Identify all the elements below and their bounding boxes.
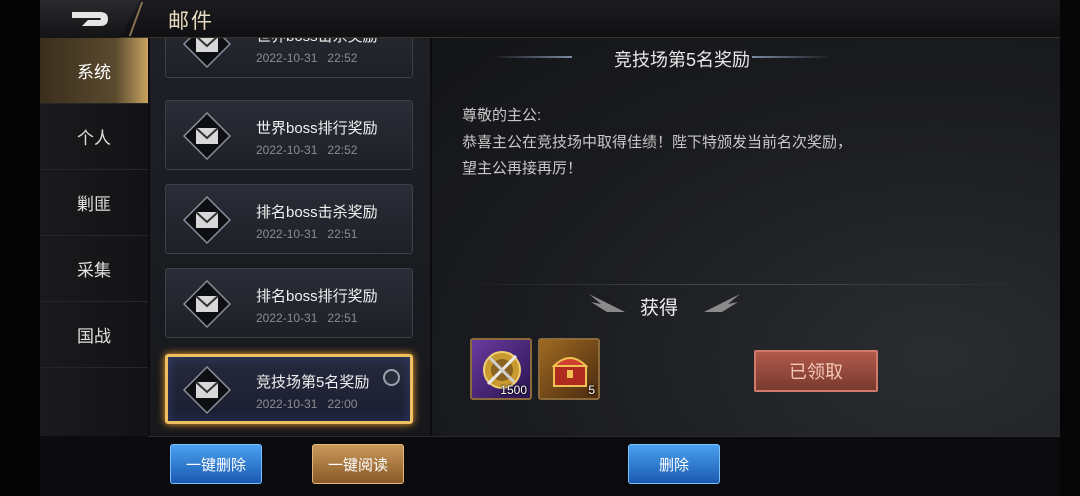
mail-date: 2022-10-31 22:00 — [256, 397, 358, 411]
mail-body-line: 恭喜主公在竞技场中取得佳绩！陛下特颁发当前名次奖励， — [462, 134, 853, 151]
sidebar-item-label: 个人 — [77, 129, 111, 148]
envelope-icon — [182, 111, 232, 161]
category-sidebar: 系统 个人 剿匪 采集 国战 — [40, 38, 148, 436]
reward-divider — [447, 284, 1047, 285]
sidebar-item-war[interactable]: 国战 — [40, 302, 148, 368]
wing-right-icon — [704, 294, 740, 312]
reward-item[interactable]: 1500 — [470, 338, 532, 400]
sidebar-item-label: 剿匪 — [77, 195, 111, 214]
screen-edge-right — [1060, 0, 1080, 496]
detail-title: 竞技场第5名奖励 — [613, 50, 750, 70]
mail-item[interactable]: 世界boss排行奖励 2022-10-31 22:52 — [165, 100, 413, 170]
mail-item[interactable]: 排名boss排行奖励 2022-10-31 22:51 — [165, 268, 413, 338]
mail-date: 2022-10-31 22:51 — [256, 227, 358, 241]
envelope-icon — [182, 279, 232, 329]
delete-button[interactable]: 删除 — [628, 444, 720, 484]
page-title: 邮件 — [168, 10, 214, 33]
mail-title: 世界boss击杀奖励 — [256, 38, 378, 46]
mail-greeting: 尊敬的主公: — [462, 107, 542, 124]
treasure-chest-icon — [551, 357, 589, 387]
mail-item[interactable]: 排名boss击杀奖励 2022-10-31 22:51 — [165, 184, 413, 254]
delete-all-button[interactable]: 一键删除 — [170, 444, 262, 484]
mail-title: 排名boss排行奖励 — [256, 288, 378, 305]
mail-body-line: 望主公再接再厉！ — [462, 160, 583, 177]
envelope-icon — [182, 38, 232, 69]
select-radio[interactable] — [383, 369, 400, 386]
sidebar-item-label: 系统 — [77, 63, 111, 82]
sidebar-item-label: 国战 — [77, 327, 111, 346]
claimed-button[interactable]: 已领取 — [754, 350, 878, 392]
mail-list[interactable]: 世界boss击杀奖励 2022-10-31 22:52 世界boss排行奖励 2… — [150, 38, 430, 436]
reward-label: 获得 — [640, 298, 679, 319]
sidebar-item-gather[interactable]: 采集 — [40, 236, 148, 302]
sidebar-item-bandit[interactable]: 剿匪 — [40, 170, 148, 236]
sidebar-item-label: 采集 — [77, 261, 111, 280]
mail-title: 竞技场第5名奖励 — [256, 374, 370, 391]
sidebar-item-system[interactable]: 系统 — [40, 38, 148, 104]
mail-detail-panel: 竞技场第5名奖励 尊敬的主公: 恭喜主公在竞技场中取得佳绩！陛下特颁发当前名次奖… — [432, 38, 1060, 436]
item-count: 1500 — [500, 383, 527, 397]
detail-title-wrap: 竞技场第5名奖励 — [492, 44, 872, 74]
mail-date: 2022-10-31 22:52 — [256, 51, 358, 65]
sidebar-item-personal[interactable]: 个人 — [40, 104, 148, 170]
envelope-icon — [182, 365, 232, 415]
wing-left-icon — [589, 294, 625, 312]
mail-date: 2022-10-31 22:52 — [256, 143, 358, 157]
mail-title: 排名boss击杀奖励 — [256, 204, 378, 221]
mail-title: 世界boss排行奖励 — [256, 120, 378, 137]
bottom-bar — [148, 436, 1060, 496]
reward-item[interactable]: 5 — [538, 338, 600, 400]
mail-item[interactable]: 世界boss击杀奖励 2022-10-31 22:52 — [165, 38, 413, 78]
mail-item-selected[interactable]: 竞技场第5名奖励 2022-10-31 22:00 — [165, 354, 413, 424]
back-arrow-icon — [72, 12, 108, 26]
envelope-icon — [182, 195, 232, 245]
mail-body: 恭喜主公在竞技场中取得佳绩！陛下特颁发当前名次奖励， 望主公再接再厉！ — [462, 130, 882, 182]
read-all-button[interactable]: 一键阅读 — [312, 444, 404, 484]
mail-date: 2022-10-31 22:51 — [256, 311, 358, 325]
item-count: 5 — [588, 383, 595, 397]
screen-edge-left — [0, 0, 40, 496]
